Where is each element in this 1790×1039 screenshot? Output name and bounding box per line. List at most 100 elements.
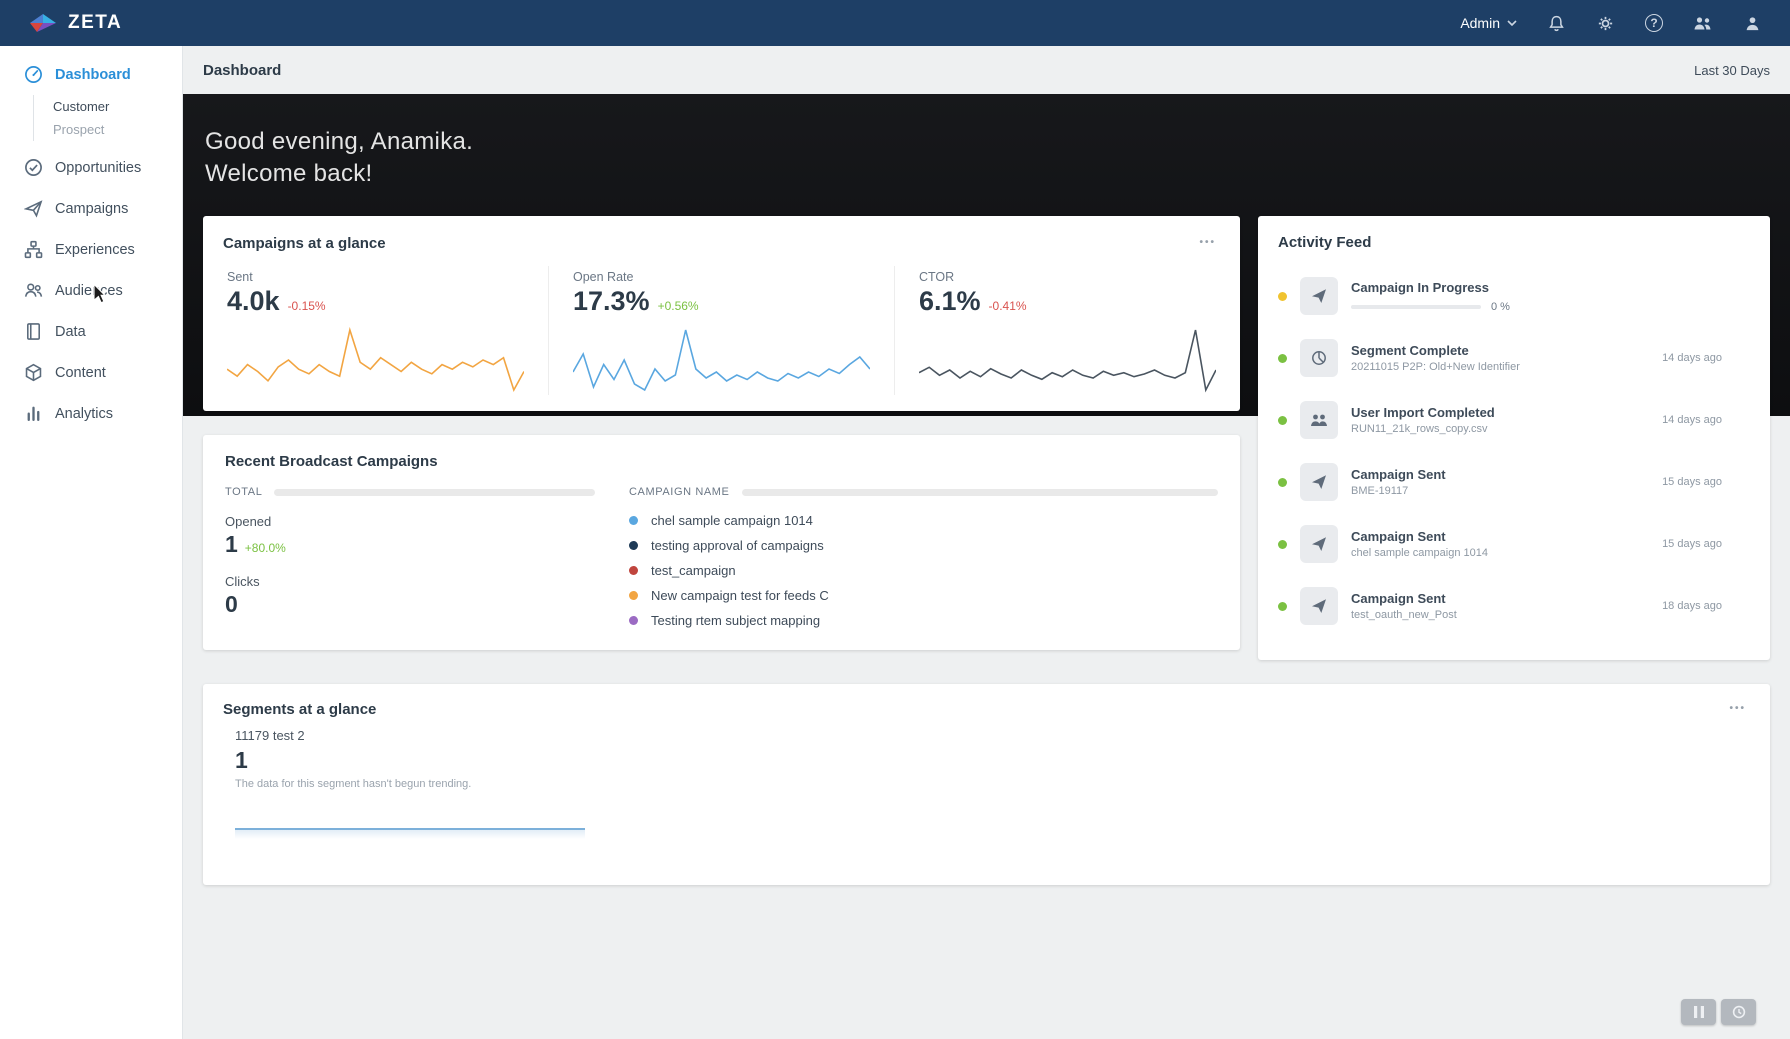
sitemap-icon [24, 240, 43, 259]
feed-item[interactable]: Campaign Sent test_oauth_new_Post 18 day… [1278, 575, 1750, 637]
main-content: Dashboard Last 30 Days Good evening, Ana… [183, 46, 1790, 1039]
feed-item-timestamp: 15 days ago [1662, 476, 1722, 488]
sidebar-item-data[interactable]: Data [0, 311, 182, 352]
people-icon [24, 281, 43, 300]
legend-dot [629, 591, 638, 600]
sidebar-item-dashboard[interactable]: Dashboard [0, 54, 182, 95]
sidebar-item-campaigns[interactable]: Campaigns [0, 188, 182, 229]
sidebar-item-label: Analytics [55, 405, 114, 422]
sidebar-item-label: Audiences [55, 282, 123, 299]
feed-item[interactable]: Campaign In Progress 0 % [1278, 265, 1750, 327]
opened-delta: +80.0% [244, 541, 286, 555]
speedometer-icon [24, 65, 43, 84]
zeta-logo-icon [30, 14, 56, 32]
settings-button[interactable] [1596, 14, 1615, 33]
status-dot [1278, 477, 1287, 487]
paper-plane-icon [1300, 463, 1338, 501]
sidebar-item-label: Campaigns [55, 200, 129, 217]
floating-widget-bar [1681, 999, 1756, 1025]
card-title: Segments at a glance [223, 700, 377, 718]
card-title: Activity Feed [1278, 234, 1372, 251]
campaign-name: test_campaign [651, 563, 736, 578]
sidebar-subitem-customer[interactable]: Customer [53, 95, 182, 118]
campaign-legend-item: Testing rtem subject mapping [629, 613, 1218, 628]
status-dot [1278, 415, 1287, 425]
feed-item-title: Campaign In Progress [1351, 279, 1489, 295]
paper-plane-icon [1300, 277, 1338, 315]
sidebar-item-content[interactable]: Content [0, 352, 182, 393]
page-header: Dashboard Last 30 Days [183, 46, 1790, 94]
sidebar-item-label: Content [55, 364, 106, 381]
campaign-legend-item: testing approval of campaigns [629, 538, 1218, 553]
clicks-label: Clicks [225, 574, 260, 589]
sidebar-item-experiences[interactable]: Experiences [0, 229, 182, 270]
admin-label: Admin [1460, 15, 1500, 31]
status-dot [1278, 601, 1287, 611]
metric-value: 17.3% [573, 286, 650, 316]
bell-icon [1549, 15, 1564, 31]
metric-label: Sent [227, 270, 253, 284]
accounts-button[interactable] [1693, 15, 1713, 31]
legend-dot [629, 616, 638, 625]
sidebar-item-audiences[interactable]: Audiences [0, 270, 182, 311]
feed-item-title: User Import Completed [1351, 405, 1495, 420]
sidebar-item-analytics[interactable]: Analytics [0, 393, 182, 434]
status-dot [1278, 291, 1287, 301]
date-range-selector[interactable]: Last 30 Days [1694, 63, 1770, 78]
user-icon [1746, 16, 1759, 30]
sidebar: Dashboard Customer Prospect Opportunitie… [0, 46, 183, 1039]
page-title: Dashboard [203, 61, 282, 79]
metric-delta: -0.41% [988, 299, 1027, 313]
widget-resume-button[interactable] [1721, 999, 1756, 1025]
feed-item[interactable]: Campaign Sent BME-19117 15 days ago [1278, 451, 1750, 513]
profile-button[interactable] [1743, 14, 1762, 33]
metric-open-rate: Open Rate 17.3% +0.56% [548, 266, 894, 395]
feed-item[interactable]: Segment Complete 20211015 P2P: Old+New I… [1278, 327, 1750, 389]
clicks-value: 0 [225, 591, 238, 617]
feed-item-timestamp: 14 days ago [1662, 352, 1722, 364]
ctor-sparkline [919, 323, 1216, 395]
user-import-icon [1300, 401, 1338, 439]
admin-menu[interactable]: Admin [1460, 15, 1517, 31]
segment-icon [1300, 339, 1338, 377]
feed-item-title: Campaign Sent [1351, 467, 1446, 482]
feed-item-subtitle: RUN11_21k_rows_copy.csv [1351, 423, 1488, 435]
campaign-legend-item: chel sample campaign 1014 [629, 513, 1218, 528]
brand: ZETA [28, 12, 122, 34]
feed-item-timestamp: 15 days ago [1662, 538, 1722, 550]
activity-feed-card: Activity Feed Campaign In Progress 0 % S… [1258, 216, 1770, 660]
segment-trend-line [235, 828, 585, 839]
topbar: ZETA Admin ? [0, 0, 1790, 46]
feed-item-timestamp: 18 days ago [1662, 600, 1722, 612]
card-menu-button[interactable]: ••• [1725, 700, 1750, 718]
sidebar-item-label: Dashboard [55, 66, 131, 83]
feed-item[interactable]: User Import Completed RUN11_21k_rows_cop… [1278, 389, 1750, 451]
metric-label: CTOR [919, 270, 955, 284]
widget-pause-button[interactable] [1681, 999, 1716, 1025]
progress-bar [1351, 304, 1481, 309]
segment-name: 11179 test 2 [235, 728, 305, 743]
feed-item-timestamp: 14 days ago [1662, 414, 1722, 426]
help-button[interactable]: ? [1645, 14, 1663, 32]
open-rate-sparkline [573, 323, 870, 395]
opened-label: Opened [225, 514, 272, 529]
notifications-button[interactable] [1547, 14, 1566, 33]
total-label: TOTAL [225, 486, 263, 498]
card-menu-button[interactable]: ••• [1195, 234, 1220, 252]
feed-item-title: Segment Complete [1351, 343, 1469, 358]
cube-icon [24, 363, 43, 382]
sidebar-item-label: Opportunities [55, 159, 142, 176]
feed-item[interactable]: Campaign Sent chel sample campaign 1014 … [1278, 513, 1750, 575]
total-bar [274, 488, 595, 496]
sidebar-subitem-prospect[interactable]: Prospect [53, 118, 182, 141]
campaign-name: testing approval of campaigns [651, 538, 824, 553]
metric-delta: -0.15% [287, 299, 326, 313]
greeting-text: Good evening, Anamika. Welcome back! [205, 126, 1768, 189]
feed-item-subtitle: test_oauth_new_Post [1351, 609, 1457, 621]
paper-plane-icon [1300, 587, 1338, 625]
campaign-legend-item: New campaign test for feeds C [629, 588, 1218, 603]
sidebar-item-opportunities[interactable]: Opportunities [0, 147, 182, 188]
metric-sent: Sent 4.0k -0.15% [203, 266, 548, 395]
clock-icon [1732, 1005, 1745, 1019]
progress-label: 0 % [1491, 300, 1510, 313]
